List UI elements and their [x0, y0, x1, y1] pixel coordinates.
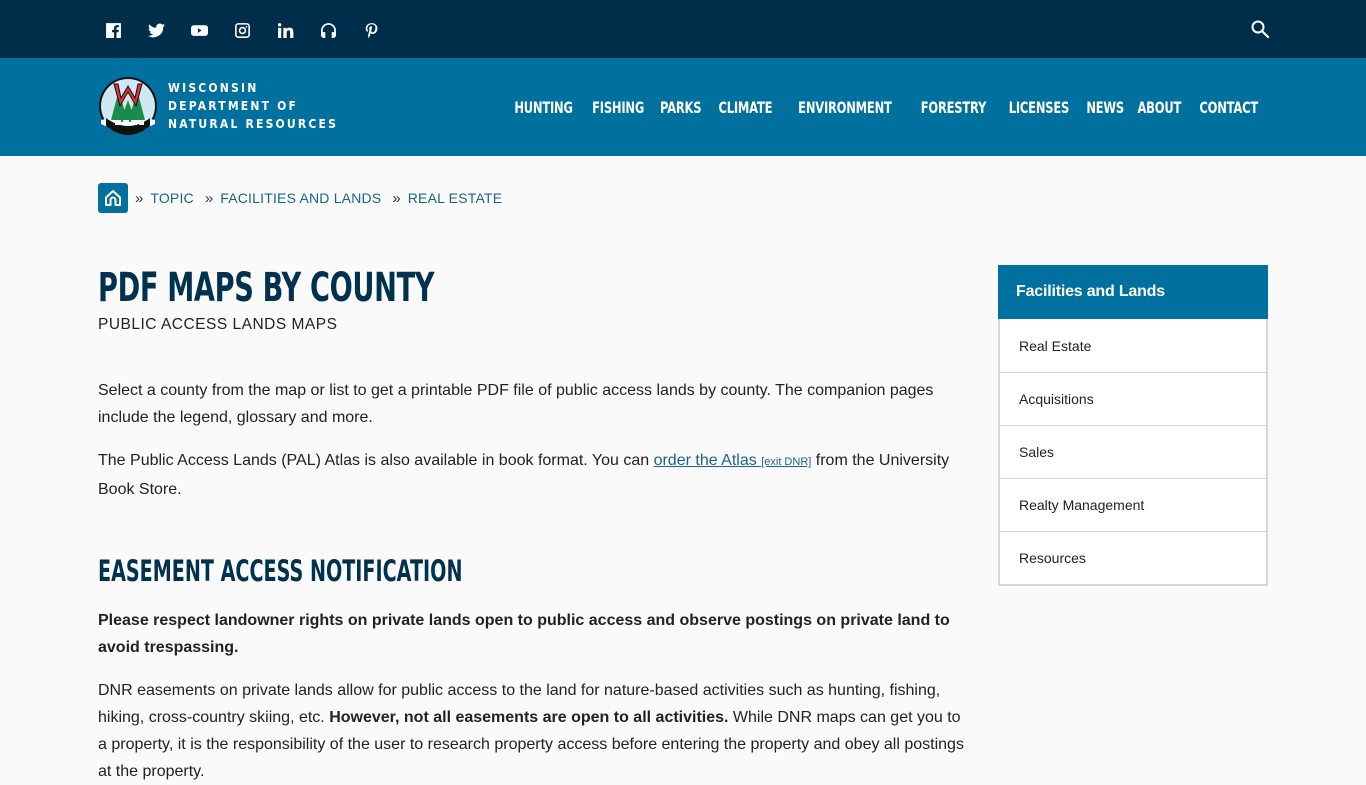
main-content: PDF MAPS BY COUNTY PUBLIC ACCESS LANDS M… — [98, 262, 968, 785]
nav-about[interactable]: ABOUT — [1138, 98, 1182, 117]
order-atlas-link-text: order the Atlas — [653, 452, 762, 469]
breadcrumb-real-estate[interactable]: REAL ESTATE — [408, 190, 503, 206]
breadcrumb: » TOPIC » FACILITIES AND LANDS » REAL ES… — [98, 183, 502, 213]
sidebar-item-acquisitions[interactable]: Acquisitions — [1000, 372, 1266, 425]
sidebar-item-real-estate[interactable]: Real Estate — [1000, 319, 1266, 372]
page-title: PDF MAPS BY COUNTY — [98, 265, 435, 311]
instagram-icon[interactable] — [233, 20, 276, 40]
twitter-icon[interactable] — [147, 20, 190, 40]
sidebar-heading[interactable]: Facilities and Lands — [998, 265, 1268, 319]
main-navigation: Wisconsin Department of Natural Resource… — [0, 58, 1366, 156]
intro-paragraph: Select a county from the map or list to … — [98, 382, 934, 426]
nav-contact[interactable]: CONTACT — [1199, 98, 1258, 117]
breadcrumb-topic[interactable]: TOPIC — [150, 190, 194, 206]
search-button[interactable] — [1250, 19, 1270, 39]
logo-line-1: Wisconsin — [168, 81, 259, 95]
dnr-logo-icon — [99, 77, 157, 135]
sidebar-item-resources[interactable]: Resources — [1000, 531, 1266, 584]
order-atlas-link[interactable]: order the Atlas [exit DNR] — [654, 452, 812, 469]
nav-parks[interactable]: PARKS — [660, 98, 702, 117]
nav-hunting[interactable]: HUNTING — [514, 98, 573, 117]
sidebar-item-sales[interactable]: Sales — [1000, 425, 1266, 478]
nav-forestry[interactable]: FORESTRY — [921, 98, 987, 117]
breadcrumb-home[interactable] — [98, 183, 128, 213]
social-links — [104, 20, 405, 40]
nav-fishing[interactable]: FISHING — [592, 98, 644, 117]
page-subtitle: PUBLIC ACCESS LANDS MAPS — [98, 316, 338, 333]
sidebar-menu: Facilities and Lands Real Estate Acquisi… — [998, 265, 1268, 586]
easement-heading: EASEMENT ACCESS NOTIFICATION — [98, 554, 463, 588]
breadcrumb-separator: » — [204, 189, 214, 207]
nav-licenses[interactable]: LICENSES — [1009, 98, 1070, 117]
logo-line-2: Department of — [168, 99, 299, 113]
nav-climate[interactable]: CLIMATE — [718, 98, 772, 117]
respect-notice: Please respect landowner rights on priva… — [98, 612, 950, 656]
atlas-paragraph: The Public Access Lands (PAL) Atlas is a… — [98, 447, 968, 503]
breadcrumb-separator: » — [135, 189, 144, 207]
youtube-icon[interactable] — [190, 20, 233, 40]
pinterest-icon[interactable] — [362, 20, 405, 40]
linkedin-icon[interactable] — [276, 20, 319, 40]
facebook-icon[interactable] — [104, 20, 147, 40]
atlas-text-before: The Public Access Lands (PAL) Atlas is a… — [98, 452, 654, 469]
sidebar-item-realty-management[interactable]: Realty Management — [1000, 478, 1266, 531]
podcast-icon[interactable] — [319, 20, 362, 40]
easement-warning: However, not all easements are open to a… — [329, 709, 729, 726]
nav-news[interactable]: NEWS — [1086, 98, 1124, 117]
breadcrumb-separator: » — [392, 189, 401, 207]
dnr-logo-link[interactable]: Wisconsin Department of Natural Resource… — [98, 76, 338, 136]
logo-text: Wisconsin Department of Natural Resource… — [168, 79, 338, 133]
easement-paragraph: DNR easements on private lands allow for… — [98, 677, 968, 785]
breadcrumb-facilities-and-lands[interactable]: FACILITIES AND LANDS — [220, 190, 381, 206]
logo-line-3: Natural Resources — [168, 117, 339, 131]
home-icon — [105, 190, 121, 206]
search-icon — [1251, 20, 1270, 39]
primary-nav: HUNTING FISHING PARKS CLIMATE ENVIRONMEN… — [513, 58, 1259, 156]
exit-dnr-label: [exit DNR] — [761, 456, 812, 468]
utility-bar — [0, 0, 1366, 58]
nav-environment[interactable]: ENVIRONMENT — [798, 98, 892, 117]
